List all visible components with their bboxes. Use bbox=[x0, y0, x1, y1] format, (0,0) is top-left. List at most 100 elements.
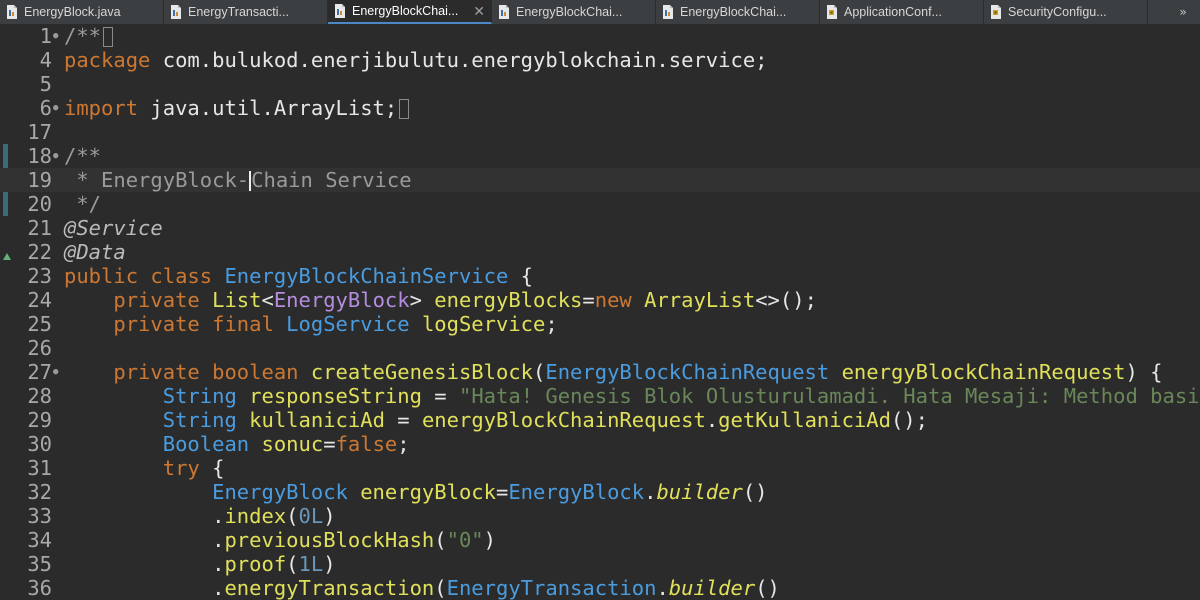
code-token: <>(); bbox=[755, 288, 817, 312]
java-file-icon bbox=[170, 5, 182, 19]
editor-tab[interactable]: EnergyBlockChai... bbox=[656, 0, 820, 24]
code-token: ) { bbox=[1125, 360, 1163, 384]
code-token: { bbox=[199, 456, 225, 480]
editor-tab[interactable]: ApplicationConf... bbox=[820, 0, 984, 24]
tab-overflow-chevron-icon[interactable]: » bbox=[1166, 0, 1200, 24]
code-line[interactable]: 25 private final LogService logService; bbox=[0, 312, 1200, 336]
code-text: */ bbox=[64, 192, 101, 216]
code-line[interactable]: 23 public class EnergyBlockChainService { bbox=[0, 264, 1200, 288]
code-token: createGenesisBlock bbox=[310, 360, 534, 384]
code-token: index bbox=[224, 504, 287, 528]
code-line[interactable]: 26 bbox=[0, 336, 1200, 360]
editor-tab[interactable]: EnergyBlockChai... ✕ bbox=[328, 0, 492, 24]
code-line[interactable]: 24 private List<EnergyBlock> energyBlock… bbox=[0, 288, 1200, 312]
code-line[interactable]: 22 @Data bbox=[0, 240, 1200, 264]
code-line[interactable]: 4 package com.bulukod.enerjibulutu.energy… bbox=[0, 48, 1200, 72]
code-text: .index(0L) bbox=[64, 504, 336, 528]
code-token: EnergyBlock bbox=[212, 480, 348, 504]
code-token: 0L bbox=[298, 504, 324, 528]
close-tab-icon[interactable]: ✕ bbox=[473, 4, 485, 18]
code-line[interactable]: 5 bbox=[0, 72, 1200, 96]
code-line[interactable]: 28 String responseString = "Hata! Genesi… bbox=[0, 384, 1200, 408]
code-token: ( bbox=[434, 576, 447, 600]
code-token: . bbox=[656, 576, 669, 600]
code-token: LogService bbox=[286, 312, 410, 336]
code-token: () bbox=[755, 576, 780, 600]
editor-tab[interactable]: SecurityConfigu... bbox=[984, 0, 1148, 24]
code-line[interactable]: 1 ● /** bbox=[0, 24, 1200, 48]
code-token: String bbox=[162, 384, 237, 408]
code-token: EnergyBlockChainService bbox=[224, 264, 509, 288]
code-line[interactable]: 21 @Service bbox=[0, 216, 1200, 240]
code-line[interactable]: 32 EnergyBlock energyBlock=EnergyBlock.b… bbox=[0, 480, 1200, 504]
expand-fold-icon[interactable]: ● bbox=[53, 30, 58, 42]
code-editor[interactable]: 1 ●/** 4 package com.bulukod.enerjibulutu.e… bbox=[0, 24, 1200, 600]
code-token: previousBlockHash bbox=[224, 528, 435, 552]
line-number: 35 bbox=[27, 552, 52, 576]
line-number: 17 bbox=[27, 120, 52, 144]
code-text: String responseString = "Hata! Genesis B… bbox=[64, 384, 1200, 408]
code-line[interactable]: 36 .energyTransaction(EnergyTransaction.… bbox=[0, 576, 1200, 600]
code-line[interactable]: 30 Boolean sonuc=false; bbox=[0, 432, 1200, 456]
code-text: * EnergyBlock-Chain Service bbox=[64, 168, 412, 192]
code-line[interactable]: 35 .proof(1L) bbox=[0, 552, 1200, 576]
code-line[interactable]: 33 .index(0L) bbox=[0, 504, 1200, 528]
editor-tab[interactable]: EnergyBlock.java bbox=[0, 0, 164, 24]
code-token: "0" bbox=[446, 528, 484, 552]
code-token: . bbox=[644, 480, 657, 504]
line-number: 5 bbox=[39, 72, 52, 96]
code-token: = bbox=[495, 480, 509, 504]
code-token: Chain Service bbox=[251, 168, 412, 192]
line-number: 26 bbox=[27, 336, 52, 360]
code-token: responseString bbox=[249, 384, 422, 408]
code-token: ; bbox=[545, 312, 558, 336]
editor-tab[interactable]: EnergyTransacti... bbox=[164, 0, 328, 24]
code-line[interactable]: 20 */ bbox=[0, 192, 1200, 216]
line-number: 23 bbox=[27, 264, 52, 288]
code-token: /** bbox=[64, 24, 102, 48]
code-line[interactable]: 17 bbox=[0, 120, 1200, 144]
editor-tab[interactable]: EnergyBlockChai... bbox=[492, 0, 656, 24]
collapse-fold-icon[interactable]: ● bbox=[53, 366, 58, 378]
line-number: 19 bbox=[27, 168, 52, 192]
line-number: 36 bbox=[27, 576, 52, 600]
code-text: EnergyBlock energyBlock=EnergyBlock.buil… bbox=[64, 480, 768, 504]
line-number: 34 bbox=[27, 528, 52, 552]
code-text: @Data bbox=[64, 240, 126, 264]
code-line[interactable]: 29 String kullaniciAd = energyBlockChain… bbox=[0, 408, 1200, 432]
code-text: @Service bbox=[64, 216, 163, 240]
code-token: ( bbox=[533, 360, 546, 384]
code-token: sonuc bbox=[261, 432, 324, 456]
tab-label: EnergyBlock.java bbox=[24, 5, 121, 19]
java-file-icon bbox=[498, 5, 510, 19]
folded-block-indicator[interactable] bbox=[399, 99, 410, 119]
code-line[interactable]: 31 try { bbox=[0, 456, 1200, 480]
code-line[interactable]: 27 ● private boolean createGenesisBlock(E… bbox=[0, 360, 1200, 384]
code-token: ) bbox=[323, 504, 336, 528]
code-line[interactable]: 34 .previousBlockHash("0") bbox=[0, 528, 1200, 552]
code-text: .proof(1L) bbox=[64, 552, 335, 576]
line-number: 27 bbox=[27, 360, 52, 384]
code-token: builder bbox=[656, 480, 743, 504]
code-text: private boolean createGenesisBlock(Energ… bbox=[64, 360, 1162, 384]
code-token: logService bbox=[421, 312, 546, 336]
java-config-icon bbox=[826, 5, 838, 19]
code-token: try bbox=[162, 456, 200, 480]
java-file-icon bbox=[662, 5, 674, 19]
line-number: 33 bbox=[27, 504, 52, 528]
code-token: @Service bbox=[64, 216, 163, 240]
code-token: package bbox=[64, 48, 151, 72]
folded-block-indicator[interactable] bbox=[103, 27, 114, 47]
current-code-line[interactable]: 19 * EnergyBlock-Chain Service bbox=[0, 168, 1200, 192]
expand-fold-icon[interactable]: ● bbox=[53, 102, 58, 114]
code-token: () bbox=[742, 480, 768, 504]
code-line[interactable]: 18 ● /** bbox=[0, 144, 1200, 168]
code-text: private final LogService logService; bbox=[64, 312, 558, 336]
code-line[interactable]: 6 ● import java.util.ArrayList; bbox=[0, 96, 1200, 120]
collapse-fold-icon[interactable]: ● bbox=[53, 150, 58, 162]
code-token: getKullaniciAd bbox=[718, 408, 891, 432]
